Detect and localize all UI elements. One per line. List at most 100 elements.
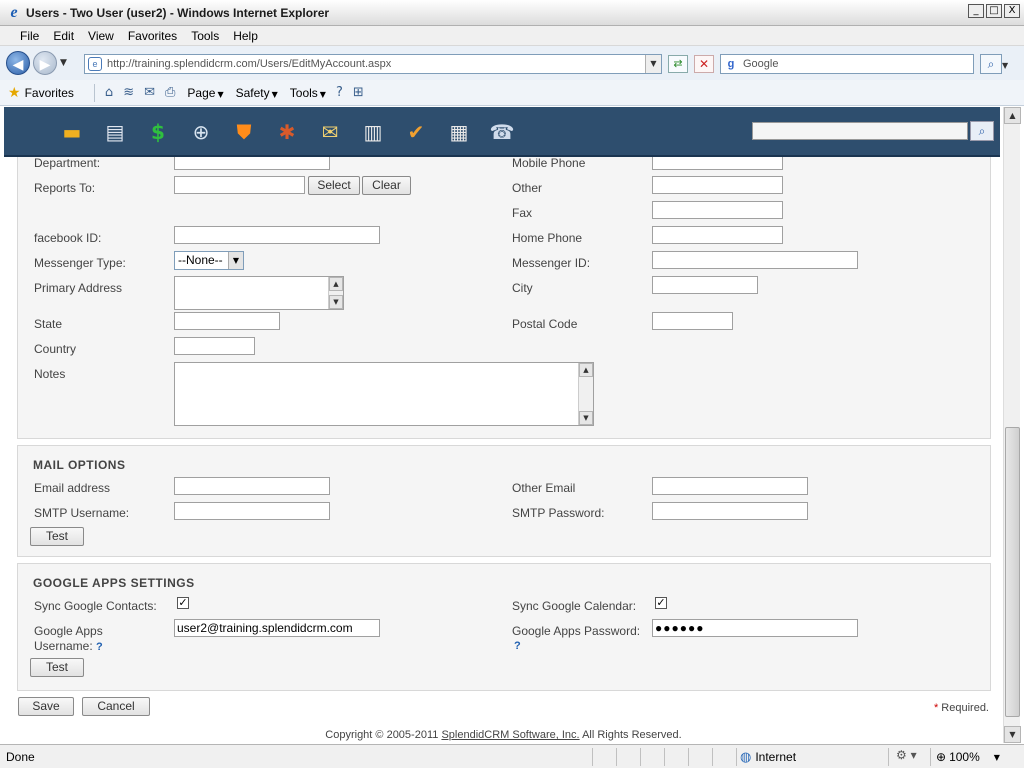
menu-help[interactable]: Help (233, 29, 258, 43)
primary-address-field[interactable]: ▲ ▼ (174, 276, 344, 310)
page-menu-label: Page (187, 85, 216, 100)
country-field[interactable] (174, 337, 255, 355)
messenger-type-select[interactable]: --None-- ▼ (174, 251, 244, 270)
url-dropdown-icon[interactable]: ▼ (645, 55, 661, 73)
textarea-scrollbar[interactable]: ▲ ▼ (578, 363, 593, 425)
scroll-down-icon[interactable]: ▼ (329, 295, 343, 309)
folder-icon[interactable]: ▬ (56, 116, 88, 148)
bug-icon[interactable]: ✱ (271, 116, 303, 148)
city-field[interactable] (652, 276, 758, 294)
menu-view[interactable]: View (88, 29, 114, 43)
help-icon[interactable]: ? (96, 641, 103, 653)
help-icon[interactable]: ? (336, 85, 343, 100)
research-icon[interactable]: ⊞ (353, 85, 364, 100)
scroll-up-icon[interactable]: ▲ (579, 363, 593, 377)
cancel-button[interactable]: Cancel (82, 697, 150, 716)
email-field[interactable] (174, 477, 330, 495)
google-test-button[interactable]: Test (30, 658, 84, 677)
sync-calendar-checkbox[interactable]: ✓ (655, 597, 667, 609)
mail-options-panel: MAIL OPTIONS Email address Other Email S… (17, 445, 991, 557)
print-icon[interactable]: ⎙ (165, 85, 175, 100)
app-search-input[interactable] (752, 122, 968, 140)
help-icon[interactable]: ? (514, 640, 521, 652)
facebook-label: facebook ID: (34, 231, 102, 245)
other-phone-label: Other (512, 181, 543, 195)
menu-favorites[interactable]: Favorites (128, 29, 177, 43)
search-placeholder: Google (743, 58, 779, 70)
home-phone-field[interactable] (652, 226, 783, 244)
protected-mode-icon[interactable]: ⚙ ▾ (896, 748, 917, 762)
shield-icon[interactable]: ⛊ (228, 116, 260, 148)
scroll-down-icon[interactable]: ▼ (579, 411, 593, 425)
menu-file[interactable]: File (20, 29, 39, 43)
app-toolbar: ▬ ▤ $ ⊕ ⛊ ✱ ✉ ▥ ✔ ▦ ☎ ⌕ (4, 107, 1000, 157)
app-search-button[interactable]: ⌕ (970, 121, 994, 141)
menu-edit[interactable]: Edit (53, 29, 74, 43)
history-dropdown-icon[interactable]: ▼ (60, 58, 67, 68)
read-mail-icon[interactable]: ✉ (144, 85, 155, 100)
security-zone[interactable]: ◍ Internet (740, 748, 796, 766)
refresh-button[interactable]: ⇄ (668, 55, 688, 73)
scroll-up-icon[interactable]: ▲ (329, 277, 343, 291)
postal-code-field[interactable] (652, 312, 733, 330)
find-icon[interactable]: ⊕ (185, 116, 217, 148)
scroll-down-icon[interactable]: ▼ (1004, 726, 1021, 743)
save-button[interactable]: Save (18, 697, 74, 716)
notes-field[interactable]: ▲ ▼ (174, 362, 594, 426)
page-scrollbar[interactable]: ▲ ▼ (1003, 107, 1021, 743)
stop-button[interactable]: ✕ (694, 55, 714, 73)
browser-search-input[interactable]: g Google (720, 54, 974, 74)
search-options-icon[interactable]: ▼ (1002, 61, 1008, 70)
document-icon[interactable]: ▥ (357, 116, 389, 148)
project-icon[interactable]: ▦ (443, 116, 475, 148)
module-icons: ▬ ▤ $ ⊕ ⛊ ✱ ✉ ▥ ✔ ▦ ☎ (56, 116, 518, 148)
browser-search-button[interactable]: ⌕ (980, 54, 1002, 74)
safety-menu[interactable]: Safety ▼ (236, 86, 278, 100)
phone-icon[interactable]: ☎ (486, 116, 518, 148)
google-username-field[interactable]: user2@training.splendidcrm.com (174, 619, 380, 637)
dollar-icon[interactable]: $ (142, 116, 174, 148)
minimize-button[interactable]: _ (968, 4, 984, 18)
copyright-suffix: All Rights Reserved. (582, 729, 682, 741)
maximize-button[interactable]: □ (986, 4, 1002, 18)
feeds-icon[interactable]: ≋ (123, 85, 134, 100)
select-button[interactable]: Select (308, 176, 360, 195)
favorites-button[interactable]: ★ Favorites (8, 85, 74, 101)
safety-menu-label: Safety (235, 85, 270, 100)
department-field[interactable] (174, 157, 330, 170)
close-button[interactable]: X (1004, 4, 1020, 18)
google-password-field[interactable]: ●●●●●● (652, 619, 858, 637)
home-icon[interactable]: ⌂ (105, 85, 113, 100)
google-username-label: Google Apps Username: ? (34, 624, 154, 655)
mobile-phone-field[interactable] (652, 157, 783, 170)
zoom-level: 100% (949, 750, 980, 764)
other-phone-field[interactable] (652, 176, 783, 194)
url-field[interactable]: e http://training.splendidcrm.com/Users/… (84, 54, 662, 74)
copyright-link[interactable]: SplendidCRM Software, Inc. (441, 729, 579, 741)
tools-menu[interactable]: Tools ▼ (290, 86, 326, 100)
other-email-field[interactable] (652, 477, 808, 495)
smtp-username-field[interactable] (174, 502, 330, 520)
sync-contacts-checkbox[interactable]: ✓ (177, 597, 189, 609)
fax-field[interactable] (652, 201, 783, 219)
smtp-password-field[interactable] (652, 502, 808, 520)
task-icon[interactable]: ✔ (400, 116, 432, 148)
user-details-panel: Department: Mobile Phone Reports To: Sel… (17, 157, 991, 439)
messenger-id-field[interactable] (652, 251, 858, 269)
zoom-control[interactable]: ⊕ 100% ▼ (936, 748, 1000, 766)
status-bar: Done ◍ Internet ⚙ ▾ ⊕ 100% ▼ (0, 744, 1024, 768)
page-menu[interactable]: Page ▼ (187, 86, 223, 100)
state-field[interactable] (174, 312, 280, 330)
contact-card-icon[interactable]: ▤ (99, 116, 131, 148)
menu-tools[interactable]: Tools (191, 29, 219, 43)
facebook-field[interactable] (174, 226, 380, 244)
scroll-thumb[interactable] (1005, 427, 1020, 717)
back-button[interactable]: ◀ (6, 51, 30, 75)
clear-button[interactable]: Clear (362, 176, 411, 195)
reports-to-field[interactable] (174, 176, 305, 194)
forward-button[interactable]: ▶ (33, 51, 57, 75)
scroll-up-icon[interactable]: ▲ (1004, 107, 1021, 124)
textarea-scrollbar[interactable]: ▲ ▼ (328, 277, 343, 309)
mail-test-button[interactable]: Test (30, 527, 84, 546)
mail-icon[interactable]: ✉ (314, 116, 346, 148)
